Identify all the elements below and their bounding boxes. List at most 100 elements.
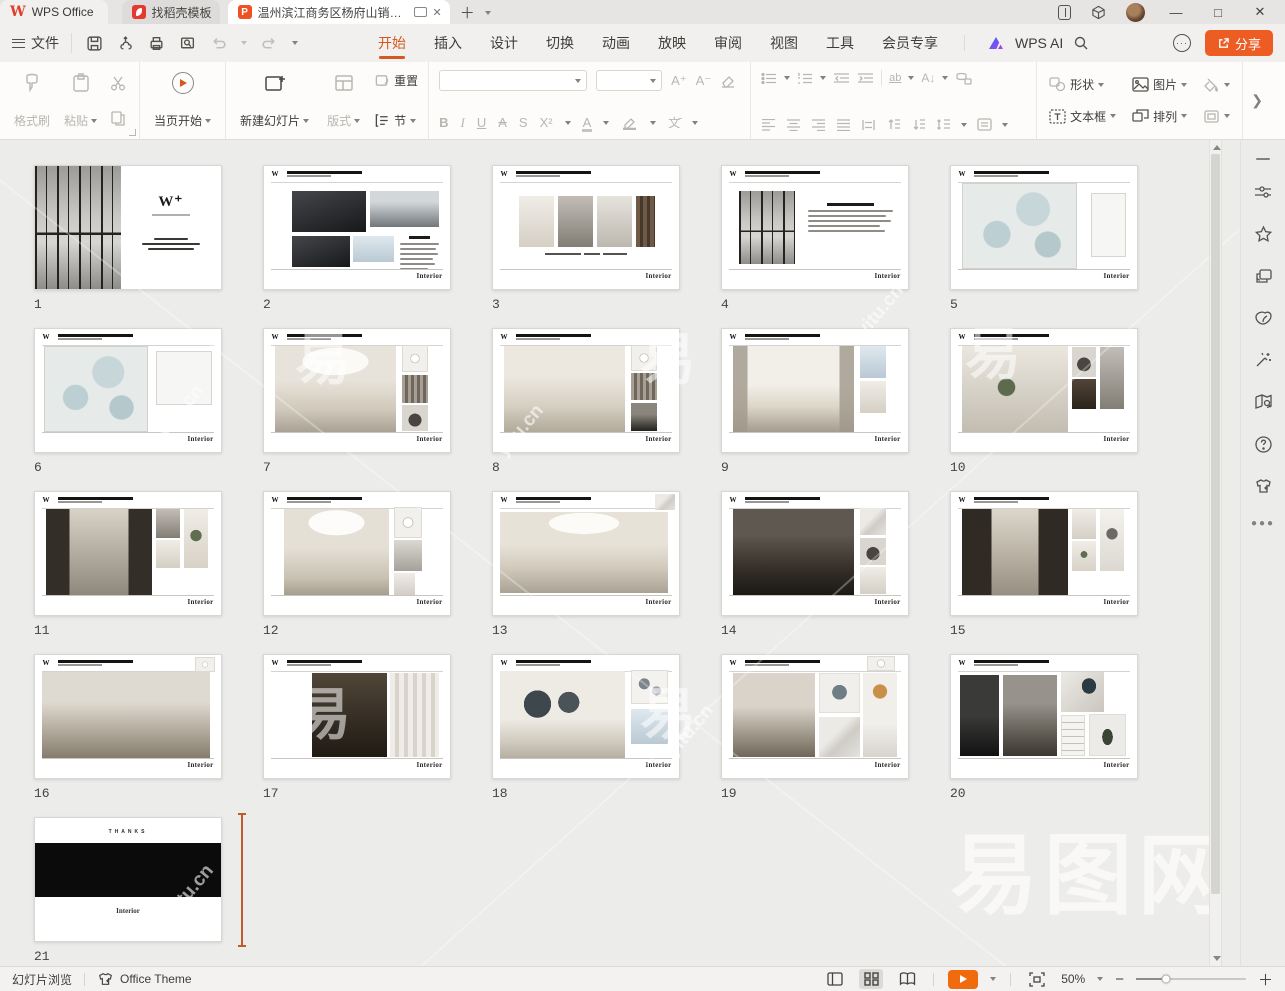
slide-sorter-view-button[interactable] (859, 969, 883, 989)
line-spacing-icon[interactable] (936, 118, 951, 131)
slideshow-play-button[interactable] (948, 970, 978, 989)
number-list-icon[interactable] (797, 72, 813, 85)
present-mode-icon[interactable] (414, 7, 427, 17)
scrollbar-thumb[interactable] (1211, 154, 1220, 894)
docer-mall-icon[interactable] (1253, 308, 1273, 328)
line-spacing-chevron[interactable] (961, 123, 967, 127)
zoom-slider-knob[interactable] (1161, 975, 1170, 984)
paste-button[interactable]: 粘贴 (60, 70, 101, 131)
slide-thumbnail[interactable]: WInterior (263, 654, 451, 779)
slide-thumbnail[interactable]: WInterior (263, 165, 451, 290)
new-slide-button[interactable]: 新建幻灯片 (236, 70, 313, 131)
slide-library-icon[interactable] (1253, 266, 1273, 286)
slide-thumbnail[interactable]: WInterior (950, 491, 1138, 616)
superscript-chevron[interactable] (565, 121, 571, 125)
slide-thumbnail[interactable]: WInterior (34, 654, 222, 779)
menu-tab[interactable]: 设计 (490, 24, 518, 62)
cut-icon[interactable] (109, 74, 127, 92)
tab-close-icon[interactable]: ✕ (433, 6, 442, 19)
reading-view-button[interactable] (895, 969, 919, 989)
docer-template-tab[interactable]: 找稻壳模板 (122, 0, 220, 24)
feedback-icon[interactable]: ··· (1173, 34, 1191, 52)
zoom-in-button[interactable]: ＋ (1258, 969, 1273, 990)
increase-indent-icon[interactable] (857, 72, 874, 85)
slide-thumbnail[interactable]: WInterior (263, 328, 451, 453)
outline-style-button[interactable] (1203, 109, 1230, 124)
slide-thumbnail[interactable]: W⁺ (34, 165, 222, 290)
workspace-cube-icon[interactable] (1091, 5, 1106, 20)
font-color-icon[interactable]: A (583, 115, 592, 130)
zoom-percent[interactable]: 50% (1061, 972, 1085, 986)
align-center-icon[interactable] (786, 119, 801, 131)
menu-tab[interactable]: 插入 (434, 24, 462, 62)
textbox-button[interactable]: 文本框 (1049, 108, 1116, 125)
zoom-out-button[interactable]: − (1115, 971, 1124, 988)
zoom-slider[interactable] (1136, 978, 1246, 980)
menu-tab[interactable]: 切换 (546, 24, 574, 62)
italic-icon[interactable]: I (460, 115, 464, 131)
fit-slide-button[interactable] (1025, 969, 1049, 989)
bold-icon[interactable]: B (439, 115, 448, 130)
save-icon[interactable] (86, 35, 103, 52)
document-tab[interactable]: P 温州滨江商务区杨府山销售中... ✕ (228, 0, 450, 24)
slide-thumbnail[interactable]: WInterior (492, 165, 680, 290)
text-direction-chevron[interactable] (908, 76, 914, 80)
font-color-chevron[interactable] (603, 121, 609, 125)
font-name-select[interactable] (439, 70, 587, 91)
find-resources-icon[interactable] (1253, 392, 1273, 412)
superscript-icon[interactable]: X² (540, 115, 553, 130)
number-chevron[interactable] (820, 76, 826, 80)
section-button[interactable]: 节 (374, 112, 418, 129)
slide-thumbnail[interactable]: WInterior (492, 328, 680, 453)
search-icon[interactable] (1073, 35, 1089, 51)
font-size-select[interactable] (596, 70, 662, 91)
help-icon[interactable] (1253, 434, 1273, 454)
slide-thumbnail[interactable]: WInterior (950, 165, 1138, 290)
slide-thumbnail[interactable]: WInterior (34, 491, 222, 616)
slide-thumbnail[interactable]: WInterior (721, 165, 909, 290)
distribute-icon[interactable] (861, 119, 876, 131)
share-button[interactable]: 分享 (1205, 30, 1273, 56)
spacing-decrease-icon[interactable] (911, 118, 926, 131)
strikethrough-icon[interactable]: A (498, 115, 507, 130)
slide-thumbnail[interactable]: WInterior (950, 654, 1138, 779)
text-direction-icon[interactable]: ab (889, 72, 901, 84)
skin-theme-icon[interactable] (1253, 476, 1273, 496)
favorites-star-icon[interactable] (1253, 224, 1273, 244)
undo-icon[interactable] (210, 35, 227, 52)
wps-ai-label[interactable]: WPS AI (1015, 35, 1063, 51)
minimize-button[interactable]: — (1165, 5, 1187, 20)
highlight-color-icon[interactable] (621, 116, 638, 130)
bullet-list-icon[interactable] (761, 72, 777, 85)
more-tools-icon[interactable]: ●●● (1251, 518, 1275, 529)
underline-icon[interactable]: U (477, 115, 486, 130)
print-icon[interactable] (148, 35, 165, 52)
ribbon-expand-button[interactable]: ❯ (1243, 62, 1271, 139)
decrease-font-icon[interactable]: A⁻ (696, 73, 712, 89)
scroll-up-arrow[interactable] (1213, 145, 1221, 150)
menu-tab[interactable]: 工具 (826, 24, 854, 62)
maximize-button[interactable]: □ (1207, 5, 1229, 20)
normal-view-button[interactable] (823, 969, 847, 989)
print-preview-icon[interactable] (179, 35, 196, 52)
highlight-chevron[interactable] (650, 121, 656, 125)
align-text-chevron[interactable] (1002, 123, 1008, 127)
close-button[interactable]: ✕ (1249, 4, 1271, 20)
reset-button[interactable]: 重置 (374, 72, 418, 89)
menu-tab[interactable]: 开始 (378, 24, 406, 62)
menu-tab[interactable]: 动画 (602, 24, 630, 62)
vertical-text-chevron[interactable] (942, 76, 948, 80)
quickbar-chevron[interactable] (292, 41, 298, 45)
decrease-indent-icon[interactable] (833, 72, 850, 85)
phonetic-guide-icon[interactable]: 文̄ (668, 114, 680, 131)
align-text-vertical-icon[interactable] (977, 118, 992, 131)
menu-tab[interactable]: 放映 (658, 24, 686, 62)
slide-thumbnail[interactable]: WInterior (34, 328, 222, 453)
slide-thumbnail[interactable]: WInterior (263, 491, 451, 616)
slide-thumbnail[interactable]: WInterior (492, 654, 680, 779)
vertical-text-icon[interactable]: A↓ (921, 71, 935, 85)
shadow-icon[interactable]: S (519, 115, 528, 130)
clipboard-dialog-launcher[interactable] (129, 129, 136, 136)
phonetic-chevron[interactable] (692, 121, 698, 125)
file-menu-button[interactable]: 文件 (12, 33, 72, 53)
